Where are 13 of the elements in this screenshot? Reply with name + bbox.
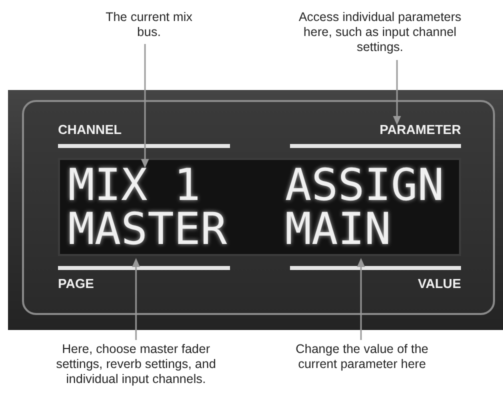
- callout-text: Change the value of the current parameter here: [294, 342, 430, 373]
- value-readout: MAIN: [285, 208, 392, 252]
- callout-text: Here, choose master fader settings, reverb settings, and individual input channels.: [55, 342, 217, 387]
- parameter-readout: ASSIGN: [285, 164, 445, 208]
- parameter-label: PARAMETER: [378, 122, 461, 138]
- page-label: PAGE: [58, 276, 95, 292]
- callout-text: Access individual parameters here, such as input channel settings.: [298, 10, 462, 56]
- leader-line: [393, 60, 401, 125]
- channel-readout: MIX 1: [68, 164, 202, 208]
- value-label: VALUE: [416, 276, 461, 292]
- callout-text: The current mix bus.: [104, 10, 194, 41]
- channel-label: CHANNEL: [58, 122, 123, 138]
- page-readout: MASTER: [68, 208, 228, 252]
